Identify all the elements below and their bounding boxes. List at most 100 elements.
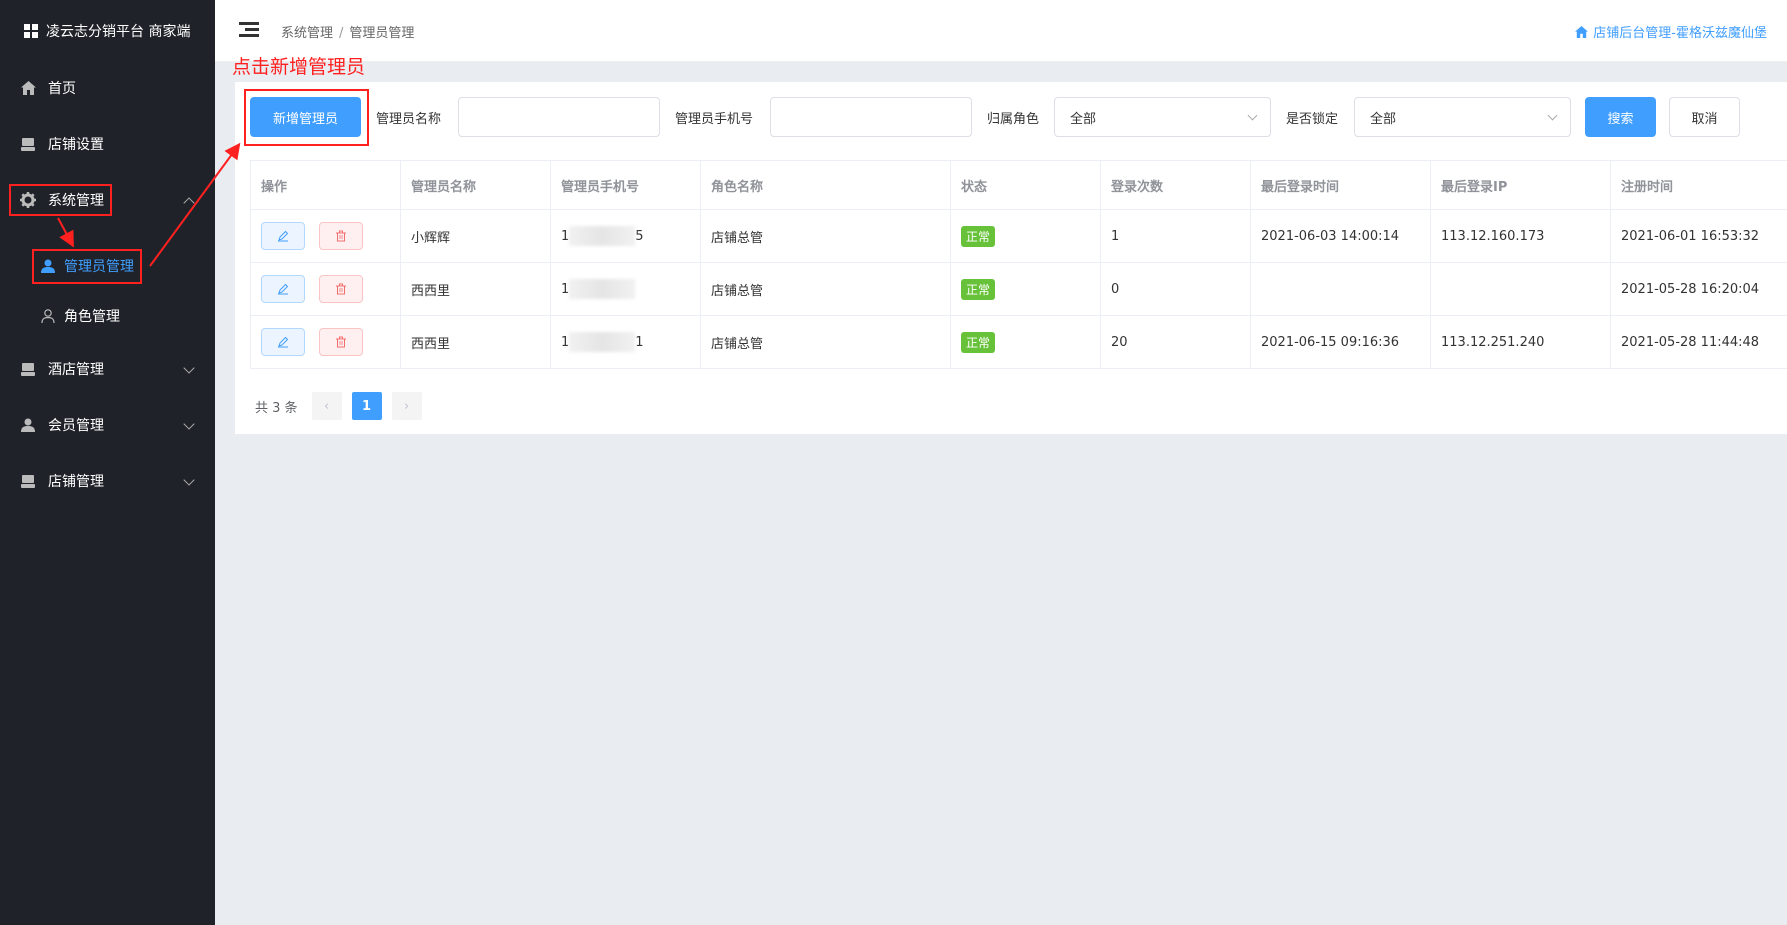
registered-time-cell: 2021-05-28 16:20:04	[1621, 281, 1760, 297]
trash-icon	[336, 230, 346, 242]
status-cell: 正常	[951, 316, 1101, 368]
table-row: 西西里 1 店铺总管 正常 0 2021-05-28 16:20:04	[250, 263, 1787, 316]
admin-name-input[interactable]	[458, 97, 660, 137]
edit-icon	[278, 283, 289, 295]
annotation-box-admin	[32, 249, 142, 284]
chevron-down-icon	[1247, 110, 1258, 121]
column-header: 状态	[951, 161, 1101, 209]
total-count: 共 3 条	[255, 400, 298, 416]
admin-phone-label: 管理员手机号	[675, 112, 754, 127]
admin-phone-cell: 11	[551, 316, 701, 368]
annotation-text: 点击新增管理员	[232, 56, 366, 78]
delete-button[interactable]	[319, 328, 363, 356]
breadcrumb-item[interactable]: 系统管理	[281, 26, 333, 41]
phone-prefix: 1	[561, 228, 570, 244]
column-header: 最后登录IP	[1431, 161, 1611, 209]
role-name-cell: 店铺总管	[701, 210, 951, 262]
menu-toggle-icon[interactable]	[239, 22, 259, 38]
sidebar: 凌云志分销平台 商家端 首页 店铺设置 系统管理 管理员管理 角色管理 酒店管理…	[0, 0, 215, 925]
phone-prefix: 1	[561, 334, 570, 350]
table-row: 小辉辉 15 店铺总管 正常 1 2021-06-03 14:00:14 113…	[250, 210, 1787, 263]
role-select-value: 全部	[1070, 111, 1097, 127]
sidebar-item-label: 首页	[48, 81, 76, 97]
row-actions	[251, 263, 401, 315]
phone-suffix: 1	[635, 334, 644, 350]
locked-label: 是否锁定	[1286, 112, 1339, 127]
phone-suffix: 5	[635, 228, 644, 244]
sidebar-item-shop-settings[interactable]: 店铺设置	[0, 120, 215, 168]
edit-icon	[278, 230, 289, 242]
column-header: 注册时间	[1621, 179, 1674, 195]
locked-select-value: 全部	[1370, 111, 1397, 127]
last-login-time-cell: 2021-06-03 14:00:14	[1251, 210, 1431, 262]
status-badge: 正常	[961, 331, 996, 353]
admin-name-cell: 小辉辉	[401, 210, 551, 262]
edit-button[interactable]	[261, 328, 305, 356]
sidebar-item-hotel[interactable]: 酒店管理	[0, 345, 215, 393]
role-name-cell: 店铺总管	[701, 263, 951, 315]
user-outline-icon	[40, 308, 56, 324]
shop-icon	[20, 473, 36, 489]
admin-phone-cell: 15	[551, 210, 701, 262]
trash-icon	[336, 336, 346, 348]
sidebar-item-stores[interactable]: 店铺管理	[0, 457, 215, 505]
locked-select[interactable]: 全部	[1354, 97, 1571, 137]
chevron-down-icon	[1547, 110, 1558, 121]
registered-time-cell: 2021-06-01 16:53:32	[1621, 228, 1760, 244]
last-login-time-cell	[1251, 263, 1431, 315]
search-button[interactable]: 搜索	[1585, 97, 1656, 137]
edit-icon	[278, 336, 289, 348]
trash-icon	[336, 283, 346, 295]
sidebar-item-label: 会员管理	[48, 418, 104, 434]
login-count-cell: 1	[1101, 210, 1251, 262]
home-icon	[1575, 25, 1589, 38]
admin-name-label: 管理员名称	[376, 112, 442, 127]
shop-home-link[interactable]: 店铺后台管理-霍格沃兹魔仙堡	[1575, 22, 1767, 41]
brand: 凌云志分销平台 商家端	[0, 0, 215, 62]
edit-button[interactable]	[261, 222, 305, 250]
last-login-ip-cell: 113.12.160.173	[1431, 210, 1611, 262]
sidebar-item-label: 店铺设置	[48, 137, 104, 153]
sidebar-item-members[interactable]: 会员管理	[0, 401, 215, 449]
status-cell: 正常	[951, 263, 1101, 315]
column-header: 管理员名称	[401, 161, 551, 209]
sidebar-subitem-role[interactable]: 角色管理	[38, 299, 120, 333]
registered-time-cell: 2021-05-28 11:44:48	[1621, 334, 1760, 350]
row-actions	[251, 210, 401, 262]
shop-icon	[20, 136, 36, 152]
top-header: 系统管理 / 管理员管理 店铺后台管理-霍格沃兹魔仙堡	[215, 0, 1787, 62]
column-header: 管理员手机号	[551, 161, 701, 209]
last-login-ip-cell	[1431, 263, 1611, 315]
cancel-button[interactable]: 取消	[1669, 97, 1740, 137]
redacted-phone	[569, 279, 636, 299]
role-select[interactable]: 全部	[1054, 97, 1271, 137]
next-page-button[interactable]: ›	[391, 392, 422, 420]
role-label: 归属角色	[987, 112, 1040, 127]
admin-table: 操作 管理员名称 管理员手机号 角色名称 状态 登录次数 最后登录时间 最后登录…	[250, 160, 1787, 369]
delete-button[interactable]	[319, 275, 363, 303]
column-header: 操作	[251, 161, 401, 209]
admin-name-cell: 西西里	[401, 316, 551, 368]
last-login-ip-cell: 113.12.251.240	[1431, 316, 1611, 368]
page-number[interactable]: 1	[351, 392, 382, 420]
admin-phone-cell: 1	[551, 263, 701, 315]
last-login-time-cell: 2021-06-15 09:16:36	[1251, 316, 1431, 368]
prev-page-button[interactable]: ‹	[311, 392, 342, 420]
admin-panel: 新增管理员 管理员名称 管理员手机号 归属角色 全部 是否锁定 全部 搜索 取消…	[235, 82, 1787, 434]
sidebar-item-home[interactable]: 首页	[0, 64, 215, 112]
status-badge: 正常	[961, 225, 996, 247]
chevron-down-icon	[183, 362, 195, 374]
status-badge: 正常	[961, 278, 996, 300]
table-row: 西西里 11 店铺总管 正常 20 2021-06-15 09:16:36 11…	[250, 316, 1787, 369]
role-name-cell: 店铺总管	[701, 316, 951, 368]
table-header-row: 操作 管理员名称 管理员手机号 角色名称 状态 登录次数 最后登录时间 最后登录…	[250, 161, 1787, 210]
column-header: 登录次数	[1101, 161, 1251, 209]
status-cell: 正常	[951, 210, 1101, 262]
sidebar-subitem-label: 角色管理	[64, 309, 120, 325]
edit-button[interactable]	[261, 275, 305, 303]
delete-button[interactable]	[319, 222, 363, 250]
pagination: 共 3 条 ‹ 1 ›	[255, 392, 422, 420]
annotation-box-system	[9, 184, 112, 216]
annotation-box-add-button	[244, 89, 369, 146]
admin-phone-input[interactable]	[770, 97, 972, 137]
